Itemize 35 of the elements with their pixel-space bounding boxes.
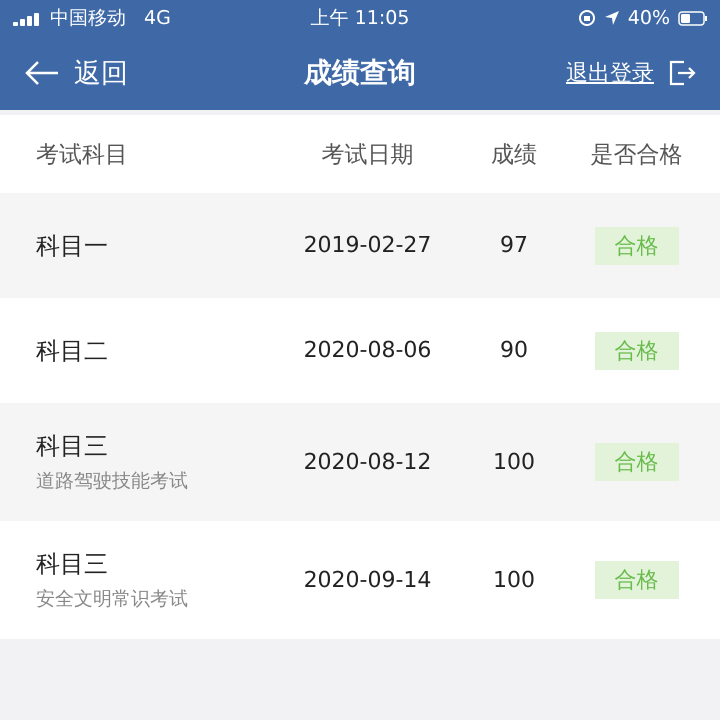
column-header: 考试科目 bbox=[35, 140, 129, 170]
subject-note: 安全文明常识考试 bbox=[36, 587, 189, 612]
location-icon bbox=[604, 10, 620, 26]
network-type: 4G bbox=[144, 7, 171, 29]
subject-name: 科目三 bbox=[36, 431, 109, 462]
subject-name: 科目三 bbox=[36, 549, 109, 580]
clock-time: 上午 11:05 bbox=[310, 6, 410, 31]
result-badge: 合格 bbox=[594, 226, 678, 264]
carrier-name: 中国移动 bbox=[50, 6, 126, 31]
column-header: 成绩 bbox=[490, 140, 538, 170]
exam-date: 2019-02-27 bbox=[302, 233, 432, 258]
exam-date: 2020-08-06 bbox=[302, 338, 432, 363]
exam-score: 97 bbox=[499, 233, 529, 258]
subject-name: 科目一 bbox=[36, 230, 109, 262]
logout-icon[interactable] bbox=[668, 59, 696, 87]
exam-date: 2020-08-12 bbox=[302, 450, 432, 474]
exam-date: 2020-09-14 bbox=[302, 568, 432, 592]
battery-percent: 40% bbox=[628, 7, 670, 29]
signal-icon bbox=[12, 10, 42, 26]
result-badge: 合格 bbox=[594, 332, 678, 370]
subject-name: 科目二 bbox=[36, 336, 109, 366]
back-arrow-icon[interactable] bbox=[24, 60, 60, 86]
column-header: 考试日期 bbox=[320, 140, 414, 170]
logout-link[interactable]: 退出登录 bbox=[566, 58, 654, 88]
page-title: 成绩查询 bbox=[304, 55, 416, 91]
result-badge: 合格 bbox=[594, 443, 678, 481]
subject-note: 道路驾驶技能考试 bbox=[36, 469, 189, 494]
column-header: 是否合格 bbox=[590, 140, 684, 170]
battery-icon bbox=[678, 10, 708, 26]
rotation-lock-icon bbox=[578, 9, 596, 27]
back-button[interactable]: 返回 bbox=[24, 55, 304, 91]
exam-score: 100 bbox=[492, 568, 536, 592]
result-badge: 合格 bbox=[594, 561, 678, 599]
exam-score: 90 bbox=[499, 338, 529, 363]
exam-score: 100 bbox=[492, 450, 536, 474]
